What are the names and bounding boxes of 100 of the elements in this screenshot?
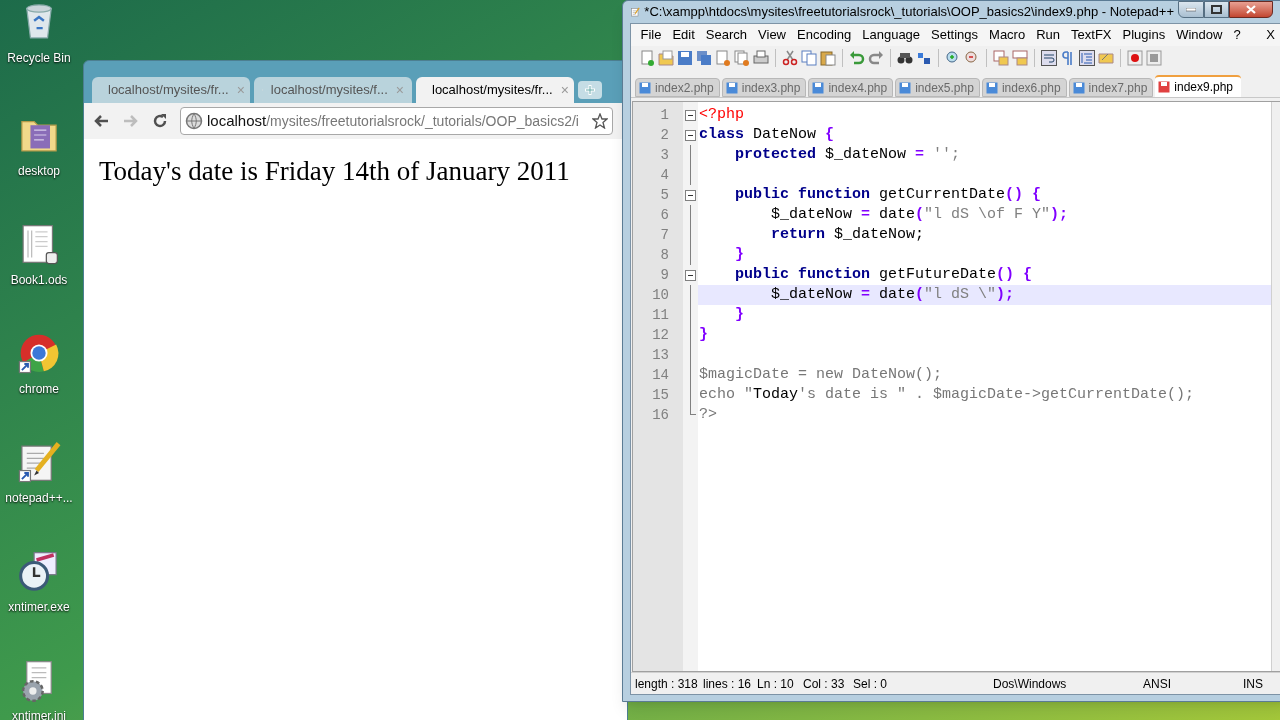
fold-box-icon[interactable] [685,109,696,121]
file-tab[interactable]: index4.php [808,78,894,97]
status-field: ANSI [1143,674,1243,693]
code-line: } [734,245,745,265]
undo-icon[interactable] [849,50,865,66]
menu-item[interactable]: Plugins [1117,25,1171,45]
back-icon[interactable] [92,113,110,129]
menu-item[interactable]: Macro [983,25,1031,45]
minimize-button[interactable] [1178,1,1204,18]
binoculars-icon[interactable] [897,50,913,66]
line-number: 10 [651,286,670,305]
fold-box-icon[interactable] [685,189,696,201]
file-tab[interactable]: index6.php [981,78,1067,97]
close-document-button[interactable]: X [1266,25,1279,45]
fold-box-icon[interactable] [685,269,696,281]
menu-item[interactable]: Language [856,25,926,45]
copy-icon[interactable] [801,50,817,66]
save-all-icon[interactable] [696,50,712,66]
new-tab-button[interactable] [578,81,602,99]
desktop-icon-label[interactable]: notepad++... [5,489,73,507]
menu-item[interactable]: Run [1030,25,1066,45]
unsaved-file-icon [1158,81,1171,93]
file-tab[interactable]: index3.php [721,78,807,97]
zoom-in-icon[interactable] [945,50,961,66]
code-line: } [734,305,745,325]
close-button[interactable] [1229,1,1273,18]
indent-guide-icon[interactable] [1079,50,1095,66]
print-icon[interactable] [753,50,769,66]
maximize-button[interactable] [1204,1,1229,18]
redo-icon[interactable] [868,50,884,66]
menu-item[interactable]: File [635,25,667,45]
browser-tab[interactable]: localhost/mysites/fr... × [92,77,250,103]
word-wrap-icon[interactable] [1041,50,1057,66]
status-field: Sel : 0 [853,674,993,693]
close-file-icon[interactable] [715,50,731,66]
desktop-icon-label[interactable]: xntimer.ini [12,707,66,720]
desktop-icon-label[interactable]: chrome [19,380,59,398]
saved-file-icon [985,81,998,94]
zoom-out-icon[interactable] [964,50,980,66]
open-folder-icon[interactable] [658,50,674,66]
status-field: Col : 33 [803,674,853,693]
menu-item[interactable]: Search [700,25,753,45]
save-icon[interactable] [677,50,693,66]
file-tab[interactable]: index2.php [635,78,720,97]
url-host: localhost [207,110,267,131]
stop-icon[interactable] [1146,50,1162,66]
globe-icon [185,112,203,130]
cut-icon[interactable] [782,50,798,66]
menu-item[interactable]: TextFX [1065,25,1117,45]
url-path: /mysites/freetutorialsrock/_tutorials/OOP_basics2/i [266,111,579,131]
status-field: Dos\Windows [993,674,1113,693]
menu-item[interactable]: ? [1227,25,1247,45]
line-number: 9 [659,266,670,285]
line-number: 14 [651,366,670,385]
new-file-icon[interactable] [639,50,655,66]
fold-box-icon[interactable] [685,129,696,141]
desktop-icon-label[interactable]: xntimer.exe [8,598,70,616]
plus-icon [585,85,595,95]
browser-tab[interactable]: localhost/mysites/f... × [254,77,412,103]
desktop-icon-label[interactable]: desktop [18,162,60,180]
saved-file-icon [812,81,825,94]
replace-icon[interactable] [916,50,932,66]
menu-item[interactable]: View [752,25,792,45]
code-line: public function getFutureDate() { [734,265,1034,285]
address-bar[interactable]: localhost/mysites/freetutorialsrock/_tutorials/OOP_basics2/i [180,107,613,135]
code-line: <?php [698,105,745,125]
close-all-icon[interactable] [734,50,750,66]
close-icon [1246,5,1256,14]
line-number: 6 [659,206,670,225]
paste-icon[interactable] [820,50,836,66]
line-number: 13 [651,346,670,365]
saved-file-icon [725,81,738,94]
code-line: class DateNow { [698,125,836,145]
menu-item[interactable]: Settings [925,25,984,45]
line-number: 15 [651,386,670,405]
desktop-icon-label[interactable]: Book1.ods [10,271,68,289]
status-field: Ln : 10 [757,674,803,693]
line-number: 1 [659,106,670,125]
tab-title: localhost/mysites/f... [270,81,388,100]
saved-file-icon [639,81,651,94]
menu-item[interactable]: Encoding [791,25,857,45]
reload-icon[interactable] [152,113,168,129]
tab-title: localhost/mysites/fr... [108,81,229,100]
file-tab[interactable]: index7.php [1068,78,1154,97]
sync-vertical-icon[interactable] [993,50,1009,66]
file-tab[interactable]: index9.php [1155,75,1242,97]
menu-item[interactable]: Edit [666,25,701,45]
desktop-icon-label[interactable]: Recycle Bin [7,49,71,67]
restore-icon [1211,5,1222,14]
minimize-icon [1186,7,1196,12]
record-icon[interactable] [1127,50,1143,66]
browser-tab[interactable]: localhost/mysites/fr... × [416,77,574,103]
sync-horizontal-icon[interactable] [1012,50,1028,66]
star-icon[interactable] [592,113,608,129]
line-number: 8 [659,246,670,265]
notepad-pencil-icon[interactable] [17,440,61,484]
code-line: $_dateNow = date("l dS \of F Y"); [770,205,1070,225]
menu-item[interactable]: Window [1170,25,1228,45]
file-tab[interactable]: index5.php [895,78,980,97]
note-icon[interactable] [1098,50,1114,66]
